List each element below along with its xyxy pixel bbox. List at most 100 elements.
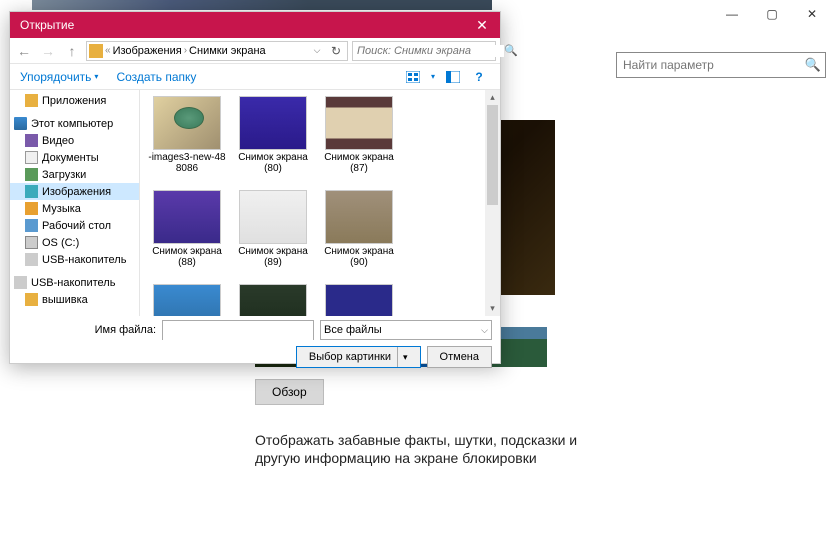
file-item[interactable]: Снимок экрана(88) xyxy=(144,186,230,280)
cancel-button[interactable]: Отмена xyxy=(427,346,492,368)
wallpaper-strip xyxy=(32,0,492,10)
nav-sidebar: Приложения Этот компьютер Видео Документ… xyxy=(10,90,140,316)
open-button[interactable]: Выбор картинки ▾ xyxy=(296,346,421,368)
file-grid: -images3-new-488086 Снимок экрана(80) Сн… xyxy=(144,92,484,316)
chevron-down-icon[interactable]: ⌵ xyxy=(309,45,325,56)
organize-button[interactable]: Упорядочить▾ xyxy=(20,70,98,84)
chevron-right-icon: › xyxy=(184,45,187,56)
file-item[interactable]: -images3-new-488086 xyxy=(144,92,230,186)
video-icon xyxy=(25,134,38,147)
file-thumbnail xyxy=(325,190,393,244)
chevron-left-icon: « xyxy=(105,45,111,56)
file-item[interactable]: Снимок экрана(89) xyxy=(230,186,316,280)
filter-label: Все файлы xyxy=(324,324,382,336)
download-icon xyxy=(25,168,38,181)
sidebar-item-downloads[interactable]: Загрузки xyxy=(10,166,139,183)
sidebar-item-music[interactable]: Музыка xyxy=(10,200,139,217)
sidebar-item-embroidery[interactable]: вышивка xyxy=(10,291,139,308)
file-thumbnail xyxy=(239,190,307,244)
file-thumbnail xyxy=(239,96,307,150)
filename-field[interactable] xyxy=(163,322,313,340)
sidebar-item-desktop[interactable]: Рабочий стол xyxy=(10,217,139,234)
file-item[interactable]: Снимок экрана(94) xyxy=(230,280,316,316)
close-icon[interactable]: ✕ xyxy=(464,12,500,38)
browse-button[interactable]: Обзор xyxy=(255,379,324,405)
refresh-icon[interactable]: ↻ xyxy=(327,44,345,58)
sidebar-item-label: Документы xyxy=(42,152,99,164)
chevron-down-icon[interactable]: ▾ xyxy=(397,347,408,367)
sidebar-item-apps[interactable]: Приложения xyxy=(10,92,139,109)
disk-icon xyxy=(25,236,38,249)
sidebar-item-videos[interactable]: Видео xyxy=(10,132,139,149)
view-details-button[interactable] xyxy=(442,67,464,87)
sidebar-item-label: Рабочий стол xyxy=(42,220,111,232)
file-item[interactable]: Снимок экрана(80) xyxy=(230,92,316,186)
chevron-down-icon: ⌵ xyxy=(481,325,488,336)
folder-icon xyxy=(89,44,103,58)
breadcrumb-part[interactable]: Снимки экрана xyxy=(189,45,266,57)
file-thumbnail xyxy=(153,96,221,150)
forward-button[interactable]: → xyxy=(38,41,58,61)
maximize-button[interactable]: ▢ xyxy=(752,0,792,28)
file-thumbnail xyxy=(239,284,307,316)
help-icon[interactable]: ? xyxy=(468,67,490,87)
file-thumbnail xyxy=(153,190,221,244)
breadcrumb-part[interactable]: Изображения xyxy=(113,45,182,57)
dialog-titlebar: Открытие ✕ xyxy=(10,12,500,38)
dialog-nav: ← → ↑ « Изображения › Снимки экрана ⌵ ↻ … xyxy=(10,38,500,64)
filename-input[interactable] xyxy=(162,320,314,340)
sidebar-item-usb2[interactable]: USB-накопитель xyxy=(10,274,139,291)
sidebar-item-label: Этот компьютер xyxy=(31,118,113,130)
sidebar-item-label: вышивка xyxy=(42,294,88,306)
file-area: -images3-new-488086 Снимок экрана(80) Сн… xyxy=(140,90,500,316)
settings-search[interactable]: 🔍 xyxy=(616,52,826,78)
sidebar-item-label: Приложения xyxy=(42,95,106,107)
sidebar-item-label: Изображения xyxy=(42,186,111,198)
search-input[interactable] xyxy=(617,58,801,72)
view-thumbnails-button[interactable] xyxy=(402,67,424,87)
dialog-search-input[interactable] xyxy=(353,45,504,57)
scroll-up-icon[interactable]: ▴ xyxy=(485,90,500,105)
file-name-label: Снимок экрана(90) xyxy=(319,246,399,268)
music-icon xyxy=(25,202,38,215)
folder-icon xyxy=(25,94,38,107)
file-name-label: Снимок экрана(89) xyxy=(233,246,313,268)
desktop-icon xyxy=(25,219,38,232)
file-item[interactable]: Снимок экрана xyxy=(316,280,402,316)
button-label: Выбор картинки xyxy=(309,351,391,363)
sidebar-item-label: OS (C:) xyxy=(42,237,79,249)
file-filter-combo[interactable]: Все файлы ⌵ xyxy=(320,320,492,340)
close-button[interactable]: ✕ xyxy=(792,0,832,28)
sidebar-item-label: Загрузки xyxy=(42,169,86,181)
up-button[interactable]: ↑ xyxy=(62,41,82,61)
usb-icon xyxy=(14,276,27,289)
new-folder-button[interactable]: Создать папку xyxy=(116,70,196,84)
file-item[interactable]: Снимок экрана(91) xyxy=(144,280,230,316)
file-item[interactable]: Снимок экрана(87) xyxy=(316,92,402,186)
file-name-label: Снимок экрана(87) xyxy=(319,152,399,174)
dialog-search[interactable]: 🔍 xyxy=(352,41,496,61)
scrollbar[interactable]: ▴ ▾ xyxy=(485,90,500,316)
scroll-down-icon[interactable]: ▾ xyxy=(485,301,500,316)
sidebar-item-label: Музыка xyxy=(42,203,81,215)
breadcrumb[interactable]: « Изображения › Снимки экрана ⌵ ↻ xyxy=(86,41,348,61)
sidebar-item-thispc[interactable]: Этот компьютер xyxy=(10,115,139,132)
back-button[interactable]: ← xyxy=(14,41,34,61)
file-thumbnail xyxy=(325,96,393,150)
sidebar-item-images[interactable]: Изображения xyxy=(10,183,139,200)
file-thumbnail xyxy=(153,284,221,316)
document-icon xyxy=(25,151,38,164)
sidebar-item-docs[interactable]: Документы xyxy=(10,149,139,166)
dialog-title: Открытие xyxy=(20,18,464,32)
sidebar-item-osdrive[interactable]: OS (C:) xyxy=(10,234,139,251)
scroll-thumb[interactable] xyxy=(487,105,498,205)
usb-icon xyxy=(25,253,38,266)
sidebar-item-usb[interactable]: USB-накопитель xyxy=(10,251,139,268)
dialog-body: Приложения Этот компьютер Видео Документ… xyxy=(10,90,500,316)
sidebar-item-label: USB-накопитель xyxy=(42,254,126,266)
minimize-button[interactable]: — xyxy=(712,0,752,28)
chevron-down-icon[interactable]: ▾ xyxy=(428,67,438,87)
file-item[interactable]: Снимок экрана(90) xyxy=(316,186,402,280)
filename-label: Имя файла: xyxy=(18,324,156,336)
file-thumbnail xyxy=(325,284,393,316)
